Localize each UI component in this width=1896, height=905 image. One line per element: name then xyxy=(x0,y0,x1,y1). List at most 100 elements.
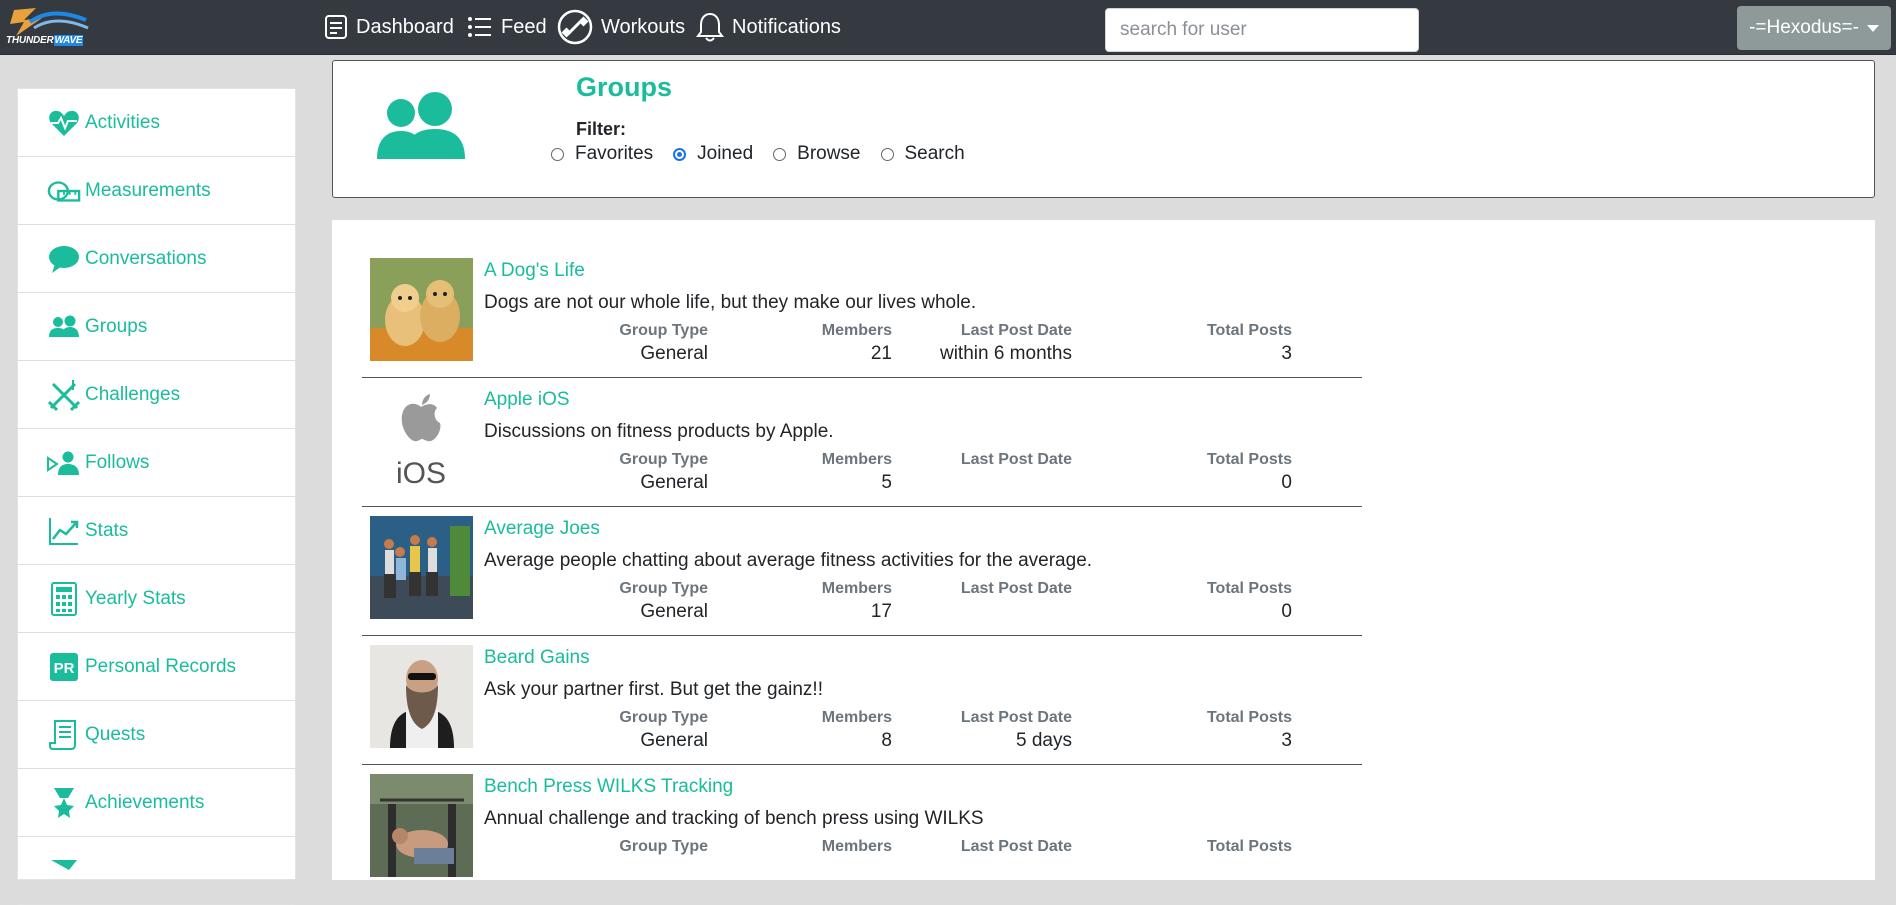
chart-line-icon xyxy=(47,514,81,548)
sidebar-item-label: Follows xyxy=(85,451,150,473)
total-posts-header: Total Posts xyxy=(1206,709,1292,726)
group-row: Beard Gains Ask your partner first. But … xyxy=(362,637,1362,765)
members-value: 5 xyxy=(881,472,892,493)
group-row: Bench Press WILKS Tracking Annual challe… xyxy=(362,766,1362,894)
group-thumbnail-apple-ios[interactable]: iOS xyxy=(370,387,473,490)
sidebar-item-groups[interactable]: Groups xyxy=(18,293,295,361)
last-post-date-header: Last Post Date xyxy=(960,838,1072,855)
group-row: iOS Apple iOS Discussions on fitness pro… xyxy=(362,379,1362,507)
sidebar-item-stats[interactable]: Stats xyxy=(18,497,295,565)
sidebar-item-achievements[interactable]: Achievements xyxy=(18,769,295,837)
filter-browse-radio[interactable]: Browse xyxy=(773,143,861,165)
total-posts-header: Total Posts xyxy=(1206,451,1292,468)
radio-label: Joined xyxy=(697,143,754,164)
group-type-header: Group Type xyxy=(619,322,708,339)
filter-search-radio[interactable]: Search xyxy=(880,143,965,165)
user-search-input[interactable] xyxy=(1105,8,1419,52)
feed-list-icon xyxy=(468,17,491,37)
radio-label: Browse xyxy=(797,143,861,164)
dashboard-icon xyxy=(325,15,347,39)
total-posts-value: 0 xyxy=(1281,601,1292,622)
group-thumbnail-beard-gains[interactable] xyxy=(370,645,473,748)
group-type-value: General xyxy=(640,730,708,751)
nav-notifications[interactable]: Notifications xyxy=(696,7,841,47)
total-posts-header: Total Posts xyxy=(1206,322,1292,339)
sidebar-item-label: Yearly Stats xyxy=(85,587,186,609)
sidebar-item-more[interactable] xyxy=(18,837,295,905)
last-post-date-header: Last Post Date xyxy=(960,580,1072,597)
sidebar-item-follows[interactable]: Follows xyxy=(18,429,295,497)
members-header: Members xyxy=(821,709,892,726)
thunderwave-logo[interactable]: THUNDERWAVE xyxy=(2,2,92,50)
group-description: Average people chatting about average fi… xyxy=(484,550,1093,571)
radio-circle[interactable] xyxy=(551,147,564,161)
groups-header-card: Groups Filter: Favorites Joined Browse S… xyxy=(332,60,1875,198)
sidebar-item-label: Stats xyxy=(85,519,129,541)
radio-label: Favorites xyxy=(575,143,654,164)
filter-label: Filter: xyxy=(576,119,627,139)
members-header: Members xyxy=(821,838,892,855)
radio-circle[interactable] xyxy=(880,147,894,161)
group-type-value: General xyxy=(640,472,708,493)
nav-workouts-label: Workouts xyxy=(601,15,686,38)
group-description: Ask your partner first. But get the gain… xyxy=(484,679,823,700)
group-row: Average Joes Average people chatting abo… xyxy=(362,508,1362,636)
radio-circle[interactable] xyxy=(773,147,787,161)
users-icon xyxy=(47,310,81,344)
filter-joined-radio[interactable]: Joined xyxy=(673,143,753,165)
ios-label: iOS xyxy=(396,457,446,490)
group-thumbnail-bench-press[interactable] xyxy=(370,774,473,877)
total-posts-value: 3 xyxy=(1281,730,1292,751)
medal-icon xyxy=(47,786,81,820)
group-name-link[interactable]: Apple iOS xyxy=(484,389,570,411)
sidebar-item-challenges[interactable]: Challenges xyxy=(18,361,295,429)
group-name-link[interactable]: Average Joes xyxy=(484,518,600,540)
nav-notifications-label: Notifications xyxy=(732,15,841,38)
sidebar-item-quests[interactable]: Quests xyxy=(18,701,295,769)
sidebar-item-yearly-stats[interactable]: Yearly Stats xyxy=(18,565,295,633)
nav-feed-label: Feed xyxy=(501,15,547,38)
tape-measure-icon xyxy=(47,174,81,208)
radio-label: Search xyxy=(904,143,965,164)
nav-feed[interactable]: Feed xyxy=(467,7,547,47)
sidebar-item-label: Quests xyxy=(85,723,146,745)
sidebar-item-measurements[interactable]: Measurements xyxy=(18,157,295,225)
group-thumbnail-average-joes[interactable] xyxy=(370,516,473,619)
groups-users-icon xyxy=(377,92,465,159)
sidebar-item-personal-records[interactable]: PR Personal Records xyxy=(18,633,295,701)
sidebar-item-label: Measurements xyxy=(85,179,211,201)
user-follow-icon xyxy=(47,446,81,480)
group-name-link[interactable]: Beard Gains xyxy=(484,647,590,669)
sidebar-item-label: Groups xyxy=(85,315,148,337)
last-post-date-value: within 6 months xyxy=(939,343,1072,364)
members-value: 21 xyxy=(870,343,892,364)
chevron-down-icon xyxy=(1866,24,1879,32)
page-title: Groups xyxy=(576,72,673,102)
sidebar-item-conversations[interactable]: Conversations xyxy=(18,225,295,293)
nav-dashboard[interactable]: Dashboard xyxy=(324,7,454,47)
group-row: A Dog's Life Dogs are not our whole life… xyxy=(362,250,1362,378)
members-header: Members xyxy=(821,322,892,339)
group-description: Discussions on fitness products by Apple… xyxy=(484,421,834,442)
total-posts-header: Total Posts xyxy=(1206,838,1292,855)
more-icon xyxy=(47,854,81,888)
members-header: Members xyxy=(821,451,892,468)
group-name-link[interactable]: A Dog's Life xyxy=(484,260,585,282)
radio-circle-selected[interactable] xyxy=(673,147,687,161)
group-description: Dogs are not our whole life, but they ma… xyxy=(484,292,977,313)
group-name-link[interactable]: Bench Press WILKS Tracking xyxy=(484,776,733,798)
user-menu-button[interactable]: -=Hexodus=- xyxy=(1737,6,1891,50)
filter-radio-group: Favorites Joined Browse Search xyxy=(551,143,985,165)
group-type-header: Group Type xyxy=(619,580,708,597)
group-thumbnail-dogs[interactable] xyxy=(370,258,473,361)
swords-icon xyxy=(47,378,81,412)
group-type-header: Group Type xyxy=(619,451,708,468)
filter-favorites-radio[interactable]: Favorites xyxy=(551,143,653,165)
last-post-date-header: Last Post Date xyxy=(960,451,1072,468)
svg-text:PR: PR xyxy=(54,660,75,677)
user-menu-label: -=Hexodus=- xyxy=(1749,17,1859,38)
group-description: Annual challenge and tracking of bench p… xyxy=(484,808,984,829)
sidebar-item-activities[interactable]: Activities xyxy=(18,89,295,157)
sidebar-item-label: Achievements xyxy=(85,791,205,813)
nav-workouts[interactable]: Workouts xyxy=(557,7,685,47)
